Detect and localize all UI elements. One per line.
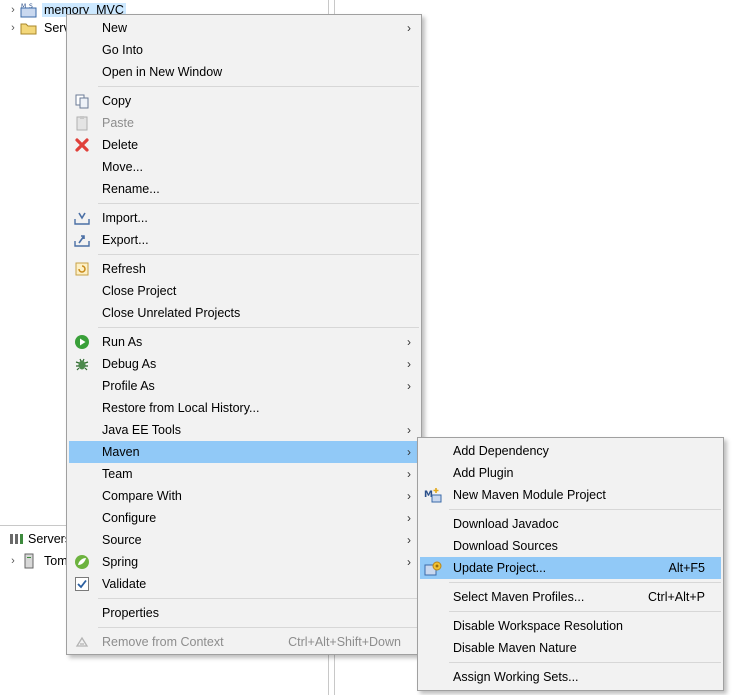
submenu-arrow-icon: ›: [407, 445, 411, 459]
menu-item-java-ee-tools[interactable]: Java EE Tools ›: [69, 419, 419, 441]
refresh-icon: [73, 260, 91, 278]
menu-item-update-project[interactable]: Update Project... Alt+F5: [420, 557, 721, 579]
menu-item-refresh[interactable]: Refresh: [69, 258, 419, 280]
maven-submenu: Add Dependency Add Plugin M New Maven Mo…: [417, 437, 724, 691]
submenu-arrow-icon: ›: [407, 511, 411, 525]
submenu-arrow-icon: ›: [407, 357, 411, 371]
checkbox-checked-icon: [73, 575, 91, 593]
spring-icon: [73, 553, 91, 571]
submenu-arrow-icon: ›: [407, 379, 411, 393]
shortcut-label: Ctrl+Alt+P: [648, 590, 705, 604]
menu-item-validate[interactable]: Validate: [69, 573, 419, 595]
run-icon: [73, 333, 91, 351]
menu-item-properties[interactable]: Properties: [69, 602, 419, 624]
update-project-icon: [424, 559, 442, 577]
menu-item-close-project[interactable]: Close Project: [69, 280, 419, 302]
submenu-arrow-icon: ›: [407, 21, 411, 35]
menu-item-spring[interactable]: Spring ›: [69, 551, 419, 573]
menu-item-profile-as[interactable]: Profile As ›: [69, 375, 419, 397]
menu-item-disable-maven-nature[interactable]: Disable Maven Nature: [420, 637, 721, 659]
menu-item-download-javadoc[interactable]: Download Javadoc: [420, 513, 721, 535]
paste-icon: [73, 114, 91, 132]
menu-item-run-as[interactable]: Run As ›: [69, 331, 419, 353]
menu-item-export[interactable]: Export...: [69, 229, 419, 251]
menu-item-import[interactable]: Import...: [69, 207, 419, 229]
submenu-arrow-icon: ›: [407, 489, 411, 503]
submenu-arrow-icon: ›: [407, 335, 411, 349]
folder-icon: [20, 20, 38, 36]
menu-separator: [98, 627, 419, 628]
menu-separator: [449, 662, 721, 663]
menu-item-move[interactable]: Move...: [69, 156, 419, 178]
tab-label: Servers: [28, 532, 72, 546]
menu-item-restore-history[interactable]: Restore from Local History...: [69, 397, 419, 419]
remove-context-icon: [73, 633, 91, 651]
menu-separator: [449, 611, 721, 612]
menu-item-source[interactable]: Source ›: [69, 529, 419, 551]
maven-project-icon: M S: [20, 2, 38, 18]
menu-item-new[interactable]: New ›: [69, 17, 419, 39]
menu-separator: [449, 509, 721, 510]
menu-item-download-sources[interactable]: Download Sources: [420, 535, 721, 557]
menu-item-team[interactable]: Team ›: [69, 463, 419, 485]
shortcut-label: Ctrl+Alt+Shift+Down: [288, 635, 401, 649]
menu-item-debug-as[interactable]: Debug As ›: [69, 353, 419, 375]
maven-module-icon: M: [424, 486, 442, 504]
delete-icon: [73, 136, 91, 154]
submenu-arrow-icon: ›: [407, 467, 411, 481]
menu-separator: [98, 86, 419, 87]
chevron-right-icon[interactable]: ›: [6, 555, 20, 567]
menu-item-configure[interactable]: Configure ›: [69, 507, 419, 529]
menu-item-rename[interactable]: Rename...: [69, 178, 419, 200]
tab-servers[interactable]: Servers: [4, 528, 75, 550]
menu-separator: [98, 598, 419, 599]
menu-separator: [98, 203, 419, 204]
debug-icon: [73, 355, 91, 373]
menu-item-disable-workspace-resolution[interactable]: Disable Workspace Resolution: [420, 615, 721, 637]
menu-item-delete[interactable]: Delete: [69, 134, 419, 156]
menu-item-copy[interactable]: Copy: [69, 90, 419, 112]
menu-item-add-dependency[interactable]: Add Dependency: [420, 440, 721, 462]
menu-item-add-plugin[interactable]: Add Plugin: [420, 462, 721, 484]
menu-item-open-new-window[interactable]: Open in New Window: [69, 61, 419, 83]
menu-item-paste[interactable]: Paste: [69, 112, 419, 134]
menu-item-compare-with[interactable]: Compare With ›: [69, 485, 419, 507]
menu-item-go-into[interactable]: Go Into: [69, 39, 419, 61]
export-icon: [73, 231, 91, 249]
menu-item-remove-from-context[interactable]: Remove from Context Ctrl+Alt+Shift+Down: [69, 631, 419, 653]
menu-separator: [98, 327, 419, 328]
submenu-arrow-icon: ›: [407, 533, 411, 547]
server-icon: [20, 553, 38, 569]
context-menu: New › Go Into Open in New Window Copy Pa…: [66, 14, 422, 655]
menu-item-close-unrelated[interactable]: Close Unrelated Projects: [69, 302, 419, 324]
menu-item-select-maven-profiles[interactable]: Select Maven Profiles... Ctrl+Alt+P: [420, 586, 721, 608]
submenu-arrow-icon: ›: [407, 423, 411, 437]
chevron-right-icon[interactable]: ›: [6, 22, 20, 34]
svg-text:S: S: [29, 3, 33, 10]
chevron-right-icon[interactable]: ›: [6, 4, 20, 16]
tree-item-servers[interactable]: › Serv: [6, 19, 72, 37]
menu-separator: [98, 254, 419, 255]
submenu-arrow-icon: ›: [407, 555, 411, 569]
menu-item-new-maven-module[interactable]: M New Maven Module Project: [420, 484, 721, 506]
menu-separator: [449, 582, 721, 583]
shortcut-label: Alt+F5: [668, 561, 705, 575]
tree-item-server[interactable]: › Tom: [6, 552, 70, 570]
import-icon: [73, 209, 91, 227]
menu-item-maven[interactable]: Maven ›: [69, 441, 419, 463]
menu-item-assign-working-sets[interactable]: Assign Working Sets...: [420, 666, 721, 688]
copy-icon: [73, 92, 91, 110]
svg-text:M: M: [21, 3, 26, 10]
servers-icon: [8, 532, 24, 546]
